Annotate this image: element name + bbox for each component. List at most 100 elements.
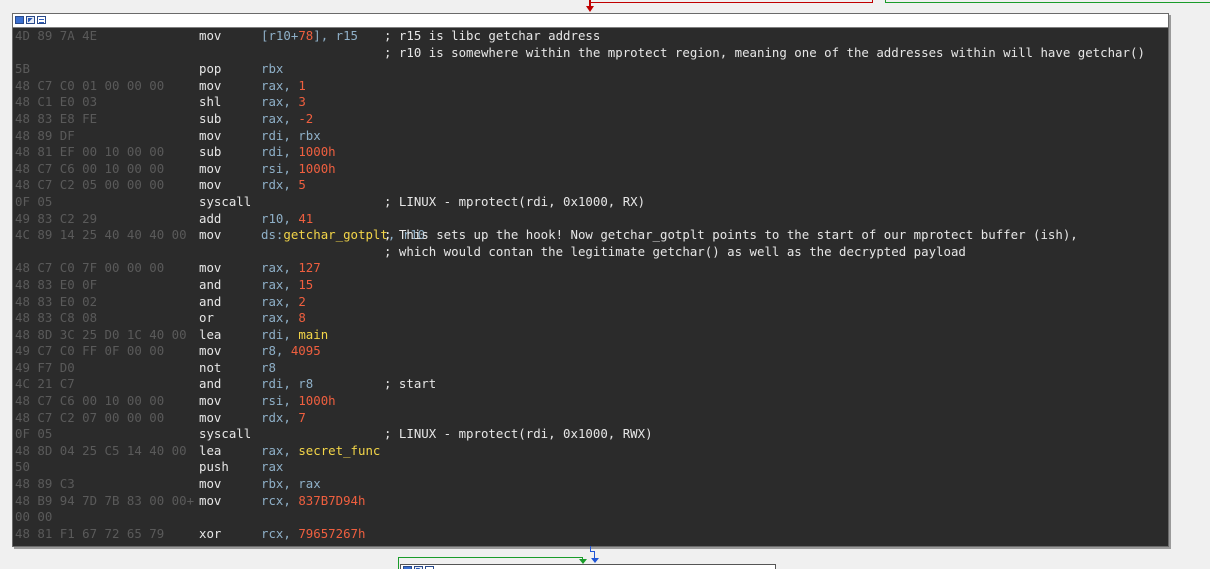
operands[interactable]: rcx, 837B7D94h <box>261 493 365 510</box>
operands[interactable]: rdi, main <box>261 327 328 344</box>
symbol-reference[interactable]: getchar_gotplt <box>283 227 387 242</box>
instruction-row[interactable]: 4C 21 C7 and rdi, r8 ; start <box>13 376 1168 393</box>
mnemonic[interactable]: mov <box>199 343 221 360</box>
instruction-row[interactable]: 4D 89 7A 4E mov [r10+78], r15 ; r15 is libc… <box>13 28 1168 45</box>
instruction-row[interactable]: 48 8D 3C 25 D0 1C 40 00 lea rdi, main <box>13 327 1168 344</box>
mnemonic[interactable]: mov <box>199 161 221 178</box>
instruction-row[interactable]: 48 89 C3 mov rbx, rax <box>13 476 1168 493</box>
operands[interactable]: rax, -2 <box>261 111 313 128</box>
instruction-row[interactable]: 48 C7 C6 00 10 00 00 mov rsi, 1000h <box>13 161 1168 178</box>
operands[interactable]: rax, 2 <box>261 294 306 311</box>
mnemonic[interactable]: not <box>199 360 221 377</box>
mnemonic[interactable]: mov <box>199 78 221 95</box>
mnemonic[interactable]: syscall <box>199 426 251 443</box>
instruction-row[interactable]: 48 83 E8 FE sub rax, -2 <box>13 111 1168 128</box>
mnemonic[interactable]: mov <box>199 128 221 145</box>
mnemonic[interactable]: syscall <box>199 194 251 211</box>
operands[interactable]: rax, 8 <box>261 310 306 327</box>
mnemonic[interactable]: and <box>199 277 221 294</box>
operands[interactable]: rsi, 1000h <box>261 161 336 178</box>
mnemonic[interactable]: add <box>199 211 221 228</box>
symbol-reference[interactable]: secret_func <box>298 443 380 458</box>
operands[interactable]: rax, secret_func <box>261 443 380 460</box>
operands[interactable]: rbx <box>261 61 283 78</box>
opcode-bytes: 48 C7 C6 00 10 00 00 <box>15 393 165 409</box>
instruction-row[interactable]: 00 00 <box>13 509 1168 526</box>
mnemonic[interactable]: mov <box>199 393 221 410</box>
instruction-row[interactable]: 48 89 DF mov rdi, rbx <box>13 128 1168 145</box>
operands[interactable]: rdx, 5 <box>261 177 306 194</box>
next-code-block-node[interactable] <box>400 564 776 569</box>
instruction-row[interactable]: 49 C7 C0 FF 0F 00 00 mov r8, 4095 <box>13 343 1168 360</box>
instruction-row[interactable]: 48 C7 C2 05 00 00 00 mov rdx, 5 <box>13 177 1168 194</box>
operands[interactable]: rax, 3 <box>261 94 306 111</box>
mnemonic[interactable]: or <box>199 310 214 327</box>
opcode-bytes: 48 83 E0 0F <box>15 276 98 292</box>
operands[interactable]: rax, 127 <box>261 260 321 277</box>
instruction-row[interactable]: 48 81 EF 00 10 00 00 sub rdi, 1000h <box>13 144 1168 161</box>
disassembly-listing[interactable]: 4D 89 7A 4E mov [r10+78], r15; r15 is libc… <box>13 28 1168 546</box>
immediate-value: 1000h <box>298 160 336 176</box>
instruction-row[interactable]: 48 C7 C6 00 10 00 00 mov rsi, 1000h <box>13 393 1168 410</box>
symbol-reference[interactable]: main <box>298 327 328 342</box>
mnemonic[interactable]: mov <box>199 476 221 493</box>
instruction-row[interactable]: 49 83 C2 29 add r10, 41 <box>13 211 1168 228</box>
mnemonic[interactable]: mov <box>199 493 221 510</box>
mnemonic[interactable]: shl <box>199 94 221 111</box>
mnemonic[interactable]: mov <box>199 410 221 427</box>
operands[interactable]: rdi, r8 <box>261 376 313 393</box>
instruction-row[interactable]: 48 C7 C2 07 00 00 00 mov rdx, 7 <box>13 410 1168 427</box>
instruction-row[interactable]: 48 C7 C0 01 00 00 00 mov rax, 1 <box>13 78 1168 95</box>
mnemonic[interactable]: mov <box>199 28 221 45</box>
instruction-row[interactable]: 0F 05 syscall ; LINUX - mprotect(rdi, 0x10… <box>13 194 1168 211</box>
node-titlebar[interactable] <box>13 14 1168 28</box>
instruction-row[interactable]: 48 83 E0 0F and rax, 15 <box>13 277 1168 294</box>
operands[interactable]: rax, 15 <box>261 277 313 294</box>
true-branch-edge-segment <box>885 0 886 3</box>
instruction-row[interactable]: 48 C1 E0 03 shl rax, 3 <box>13 94 1168 111</box>
instruction-row[interactable]: 48 C7 C0 7F 00 00 00 mov rax, 127 <box>13 260 1168 277</box>
operands[interactable]: rdi, rbx <box>261 128 321 145</box>
mnemonic[interactable]: sub <box>199 111 221 128</box>
operand-text: rdx, <box>261 177 299 193</box>
instruction-row[interactable]: 48 83 C8 08 or rax, 8 <box>13 310 1168 327</box>
operands[interactable]: [r10+78], r15 <box>261 28 358 45</box>
graph-node-icon[interactable] <box>15 16 24 24</box>
mnemonic[interactable]: lea <box>199 443 221 460</box>
mnemonic[interactable]: mov <box>199 260 221 277</box>
operands[interactable]: r8 <box>261 360 276 377</box>
operands[interactable]: rcx, 79657267h <box>261 526 365 543</box>
operands[interactable]: rdx, 7 <box>261 410 306 427</box>
node-color-icon[interactable] <box>37 16 46 24</box>
operands[interactable]: r10, 41 <box>261 211 313 228</box>
mnemonic[interactable]: xor <box>199 526 221 543</box>
instruction-row[interactable]: 48 B9 94 7D 7B 83 00 00+ mov rcx, 837B7D94… <box>13 493 1168 510</box>
instruction-row[interactable]: ; which would contan the legitimate getc… <box>13 244 1168 261</box>
operands[interactable]: r8, 4095 <box>261 343 321 360</box>
mnemonic[interactable]: pop <box>199 61 221 78</box>
mnemonic[interactable]: sub <box>199 144 221 161</box>
mnemonic[interactable]: mov <box>199 177 221 194</box>
code-block-node[interactable]: 4D 89 7A 4E mov [r10+78], r15; r15 is libc… <box>12 13 1169 547</box>
operands[interactable]: rbx, rax <box>261 476 321 493</box>
mnemonic[interactable]: mov <box>199 227 221 244</box>
instruction-row[interactable]: 48 8D 04 25 C5 14 40 00 lea rax, secret_fu… <box>13 443 1168 460</box>
operands[interactable]: rax <box>261 459 283 476</box>
mnemonic[interactable]: push <box>199 459 229 476</box>
instruction-row[interactable]: 4C 89 14 25 40 40 40 00 mov ds:getchar_got… <box>13 227 1168 244</box>
instruction-row[interactable]: 48 83 E0 02 and rax, 2 <box>13 294 1168 311</box>
instruction-row[interactable]: 48 81 F1 67 72 65 79 xor rcx, 79657267h <box>13 526 1168 543</box>
instruction-row[interactable]: 5B pop rbx <box>13 61 1168 78</box>
instruction-row[interactable]: 49 F7 D0 not r8 <box>13 360 1168 377</box>
edit-node-icon[interactable] <box>26 16 35 24</box>
mnemonic[interactable]: and <box>199 294 221 311</box>
instruction-row[interactable]: 0F 05 syscall ; LINUX - mprotect(rdi, 0x10… <box>13 426 1168 443</box>
instruction-row[interactable]: ; r10 is somewhere within the mprotect r… <box>13 45 1168 62</box>
operands[interactable]: rsi, 1000h <box>261 393 336 410</box>
instruction-row[interactable]: 50 push rax <box>13 459 1168 476</box>
mnemonic[interactable]: lea <box>199 327 221 344</box>
operands[interactable]: rax, 1 <box>261 78 306 95</box>
graph-view[interactable]: 4D 89 7A 4E mov [r10+78], r15; r15 is libc… <box>0 0 1210 569</box>
mnemonic[interactable]: and <box>199 376 221 393</box>
operands[interactable]: rdi, 1000h <box>261 144 336 161</box>
